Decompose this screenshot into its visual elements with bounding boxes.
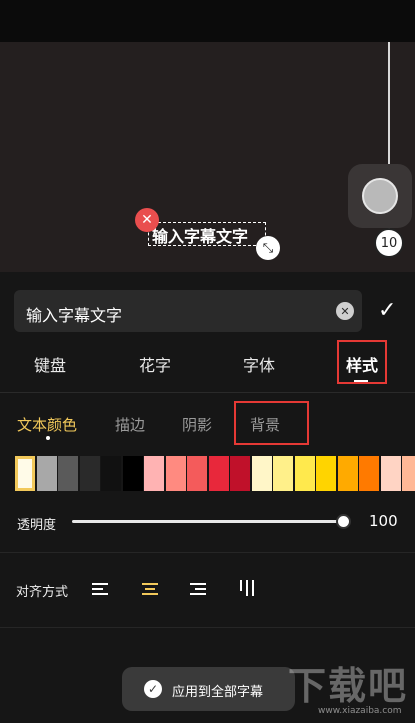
align-vertical-icon[interactable] (239, 580, 257, 598)
divider (0, 627, 415, 628)
align-center-icon[interactable] (142, 580, 160, 598)
align-left-icon[interactable] (92, 580, 110, 598)
check-icon: ✓ (144, 680, 162, 698)
opacity-slider[interactable] (72, 520, 344, 523)
clear-icon[interactable]: ✕ (336, 302, 354, 320)
tab-fancy-text[interactable]: 花字 (139, 352, 171, 376)
watermark-url: www.xiazaiba.com (318, 706, 402, 716)
divider (0, 552, 415, 553)
color-swatch[interactable] (58, 456, 78, 491)
color-swatch[interactable] (122, 456, 143, 491)
color-swatch[interactable] (187, 456, 207, 491)
watermark-logo: 下载吧 (288, 664, 409, 708)
tab-stroke[interactable]: 描边 (115, 414, 145, 435)
alignment-label: 对齐方式 (16, 585, 69, 600)
color-swatches (15, 456, 415, 491)
tab-style-highlight (337, 340, 387, 384)
delete-subtitle-button[interactable]: ✕ (135, 208, 159, 232)
confirm-icon[interactable]: ✓ (378, 298, 396, 323)
color-swatch[interactable] (337, 456, 358, 491)
tab-keyboard[interactable]: 键盘 (34, 352, 66, 376)
color-swatch[interactable] (208, 456, 229, 491)
color-swatch[interactable] (230, 456, 250, 491)
text-color-indicator (46, 436, 50, 440)
resize-subtitle-button[interactable]: ⤡ (256, 236, 280, 260)
color-swatch[interactable] (36, 456, 57, 491)
tab-style-underline (354, 380, 368, 382)
opacity-slider-thumb[interactable] (336, 514, 351, 529)
tab-text-color[interactable]: 文本颜色 (17, 414, 77, 435)
color-swatch[interactable] (15, 456, 35, 491)
apply-to-all-label[interactable]: 应用到全部字幕 (172, 681, 263, 700)
resize-icon: ⤡ (262, 240, 274, 256)
color-swatch[interactable] (402, 456, 415, 491)
color-swatch[interactable] (359, 456, 379, 491)
close-icon: ✕ (141, 212, 153, 228)
color-swatch[interactable] (165, 456, 186, 491)
color-swatch[interactable] (251, 456, 272, 491)
clear-glyph: ✕ (340, 304, 350, 318)
subtitle-input-value[interactable]: 输入字幕文字 (26, 302, 122, 326)
record-button[interactable] (362, 178, 398, 214)
check-glyph: ✓ (147, 682, 159, 696)
subtitle-preview-text[interactable]: 输入字幕文字 (152, 223, 248, 247)
tab-font[interactable]: 字体 (243, 352, 275, 376)
color-swatch[interactable] (380, 456, 401, 491)
color-swatch[interactable] (79, 456, 100, 491)
align-right-icon[interactable] (190, 580, 208, 598)
opacity-value: 100 (369, 512, 398, 530)
color-swatch[interactable] (144, 456, 164, 491)
opacity-label: 透明度 (17, 518, 57, 533)
tab-shadow[interactable]: 阴影 (182, 414, 212, 435)
font-size-value[interactable]: 10 (374, 228, 404, 258)
tab-divider (0, 392, 415, 393)
color-swatch[interactable] (294, 456, 315, 491)
color-swatch[interactable] (316, 456, 336, 491)
color-swatch[interactable] (101, 456, 121, 491)
color-swatch[interactable] (273, 456, 293, 491)
background-tab-highlight (234, 401, 309, 445)
status-bar (0, 0, 415, 42)
